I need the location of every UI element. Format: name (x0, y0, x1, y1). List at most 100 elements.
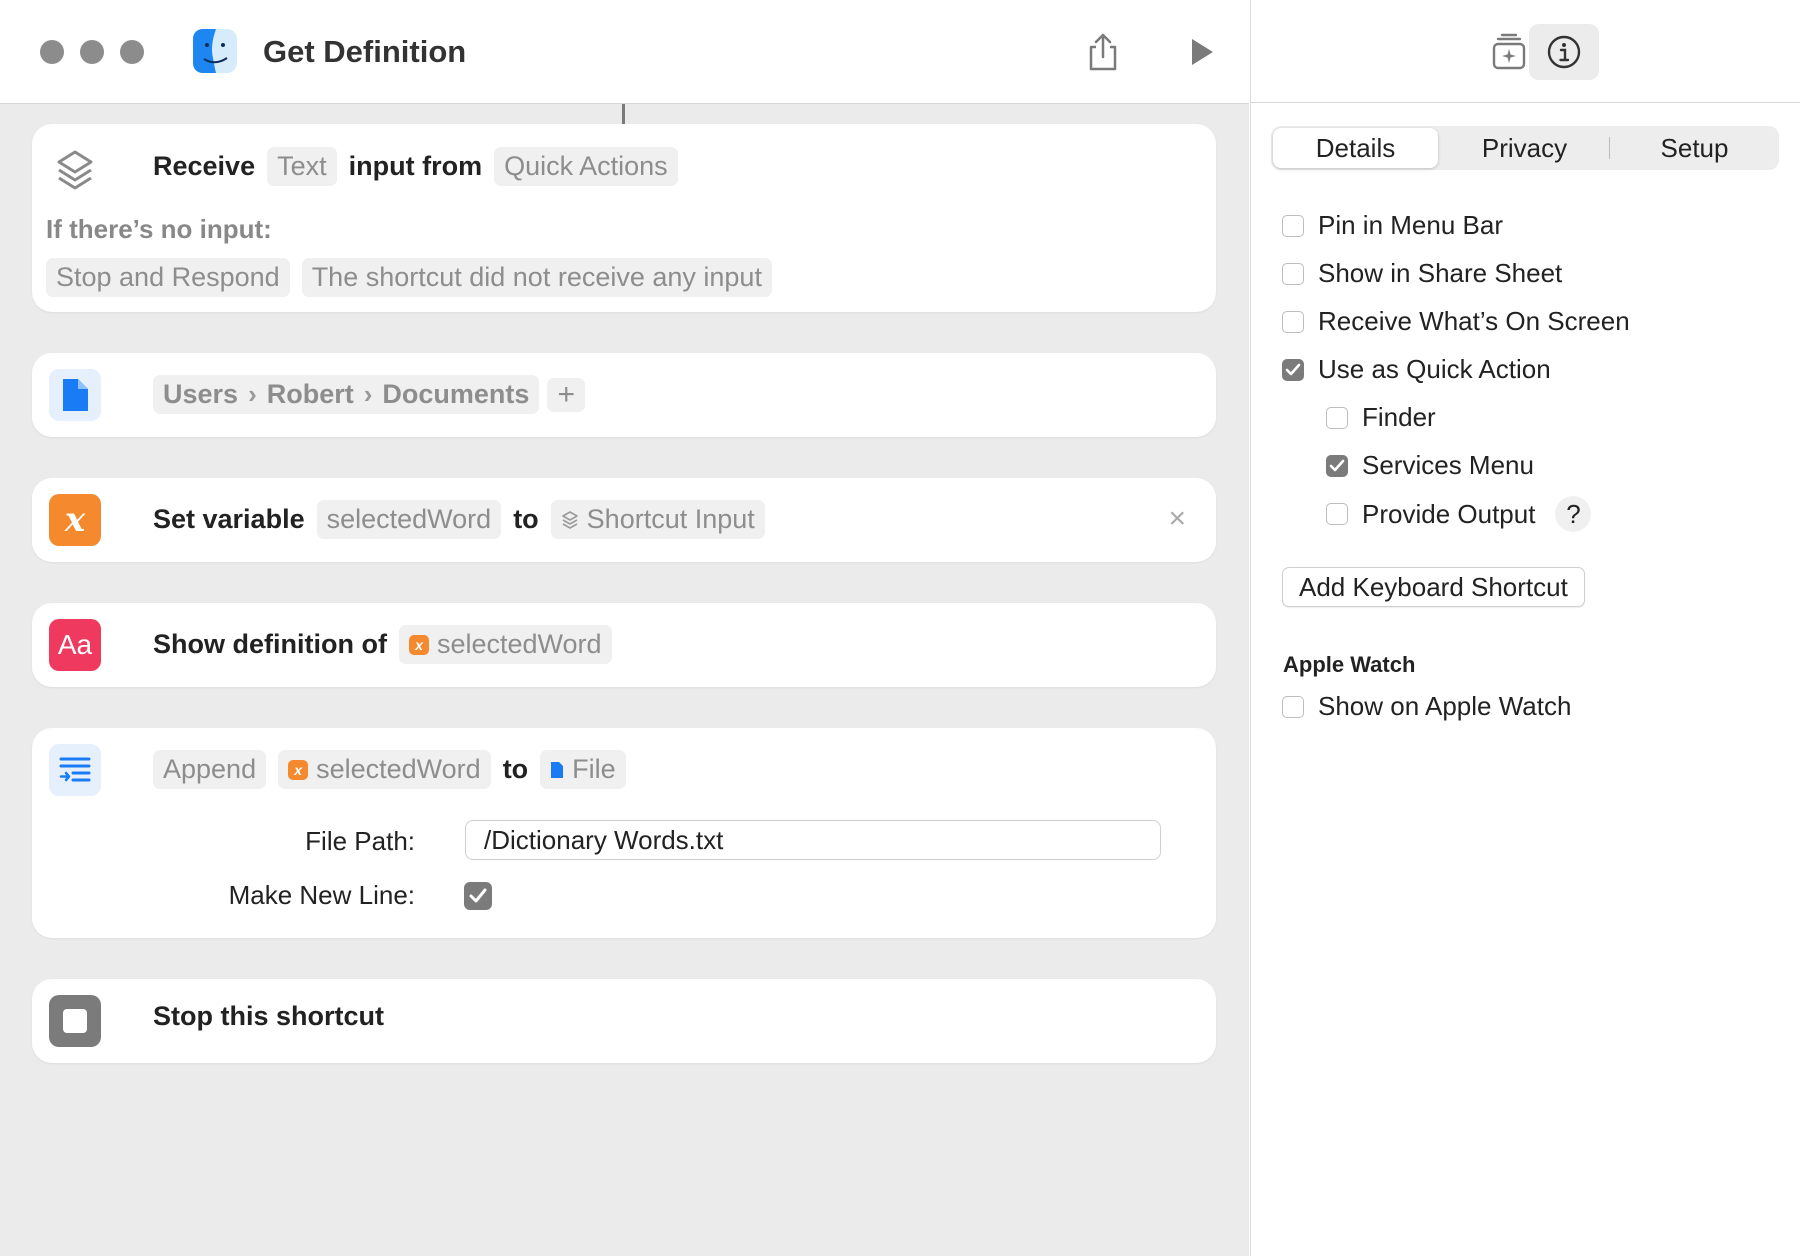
option-provide-output[interactable]: Provide Output ? (1326, 496, 1592, 532)
path-segment-robert: Robert (266, 379, 354, 409)
input-type-token[interactable]: Text (267, 146, 337, 186)
option-label: Pin in Menu Bar (1318, 210, 1503, 240)
shortcut-input-token[interactable]: Shortcut Input (550, 500, 765, 539)
tab-divider (1609, 137, 1610, 159)
path-segment-users: Users (163, 379, 239, 409)
document-icon (551, 761, 564, 778)
show-definition-action[interactable]: Aa Show definition of x selectedWord (32, 603, 1216, 687)
file-path-field[interactable]: /Dictionary Words.txt (465, 820, 1161, 860)
receive-verb: Receive (153, 150, 256, 181)
tab-setup[interactable]: Setup (1612, 128, 1777, 168)
append-target-token[interactable]: File (540, 750, 626, 789)
no-input-action-token[interactable]: Stop and Respond (46, 258, 290, 297)
option-show-on-apple-watch[interactable]: Show on Apple Watch (1282, 691, 1571, 722)
option-label: Use as Quick Action (1318, 354, 1551, 384)
apple-watch-section-title: Apple Watch (1283, 652, 1416, 677)
checkmark-icon (1329, 459, 1345, 471)
inspector-pane: Details Privacy Setup Pin in Menu Bar Sh… (1250, 0, 1800, 1256)
inspector-toolbar (1251, 0, 1800, 103)
details-info-button[interactable] (1529, 24, 1599, 80)
layers-icon (561, 510, 578, 529)
tab-privacy[interactable]: Privacy (1442, 128, 1607, 168)
selected-word-label: selectedWord (436, 629, 602, 659)
selected-word-token[interactable]: x selectedWord (398, 625, 612, 664)
stop-square-icon (49, 995, 101, 1047)
close-window-button[interactable] (40, 40, 64, 64)
checkbox[interactable] (1326, 406, 1348, 429)
make-new-line-label: Make New Line: (228, 880, 415, 910)
no-input-message-token[interactable]: The shortcut did not receive any input (301, 258, 772, 297)
append-variable-label: selectedWord (316, 754, 481, 784)
inspector-tabs: Details Privacy Setup (1271, 126, 1779, 170)
checkbox[interactable] (1326, 503, 1348, 525)
shortcut-layers-icon (49, 146, 101, 198)
set-variable-action[interactable]: x Set variable selectedWord to Shortcut … (32, 478, 1216, 562)
option-services-menu[interactable]: Services Menu (1326, 450, 1534, 481)
checkmark-icon (1285, 363, 1301, 375)
shortcuts-window: Get Definition Receive Text input from Q… (0, 0, 1800, 1256)
append-verb[interactable]: Append (153, 750, 267, 789)
option-label: Services Menu (1362, 450, 1534, 480)
minimize-window-button[interactable] (80, 40, 104, 64)
run-button[interactable] (1178, 28, 1226, 76)
document-icon (49, 369, 101, 421)
checkbox-checked[interactable] (1282, 358, 1304, 381)
append-to-file-action[interactable]: Append x selectedWord to File File Path:… (32, 728, 1216, 938)
tab-details[interactable]: Details (1273, 128, 1438, 168)
flow-connector (622, 104, 625, 124)
chevron-right-icon: › (363, 379, 373, 409)
set-variable-verb: Set variable (153, 504, 305, 534)
shortcut-input-label: Shortcut Input (586, 504, 755, 534)
remove-action-button[interactable]: × (1168, 500, 1186, 538)
option-label: Receive What’s On Screen (1318, 306, 1630, 336)
chevron-right-icon: › (248, 379, 257, 409)
option-label: Finder (1362, 402, 1436, 432)
variable-name-token[interactable]: selectedWord (316, 500, 502, 539)
append-text-icon (49, 744, 101, 796)
option-finder[interactable]: Finder (1326, 402, 1436, 433)
window-title: Get Definition (263, 34, 467, 69)
option-show-in-share-sheet[interactable]: Show in Share Sheet (1282, 258, 1562, 289)
add-keyboard-shortcut-button[interactable]: Add Keyboard Shortcut (1282, 567, 1585, 607)
help-button[interactable]: ? (1555, 496, 1592, 532)
finder-icon[interactable] (192, 28, 238, 74)
append-to-label: to (502, 754, 529, 784)
variable-x-icon: x (408, 634, 429, 655)
checkbox[interactable] (1282, 695, 1304, 718)
input-source-token[interactable]: Quick Actions (494, 146, 678, 186)
append-variable-token[interactable]: x selectedWord (278, 750, 491, 789)
library-sparkle-icon (1492, 33, 1526, 70)
make-new-line-checkbox[interactable] (464, 882, 492, 910)
show-definition-verb: Show definition of (153, 629, 387, 659)
checkbox[interactable] (1282, 214, 1304, 237)
checkbox-checked[interactable] (1326, 454, 1348, 477)
file-action[interactable]: Users › Robert › Documents + (32, 353, 1216, 437)
dictionary-icon: Aa (49, 619, 101, 671)
zoom-window-button[interactable] (120, 40, 144, 64)
variable-x-icon: x (288, 759, 309, 780)
path-segment-documents: Documents (382, 379, 530, 409)
variable-x-icon: x (49, 494, 101, 546)
share-button[interactable] (1079, 28, 1127, 76)
title-bar: Get Definition (0, 0, 1249, 104)
stop-shortcut-label: Stop this shortcut (153, 1001, 384, 1031)
play-icon (1192, 39, 1213, 65)
stop-shortcut-action[interactable]: Stop this shortcut (32, 979, 1216, 1063)
to-label: to (513, 504, 539, 534)
editor-pane: Get Definition Receive Text input from Q… (0, 0, 1249, 1256)
add-path-button[interactable]: + (547, 377, 585, 412)
no-input-label: If there’s no input: (46, 214, 272, 244)
option-use-as-quick-action[interactable]: Use as Quick Action (1282, 354, 1551, 385)
file-path-label: File Path: (305, 826, 415, 856)
checkbox[interactable] (1282, 262, 1304, 285)
checkbox[interactable] (1282, 310, 1304, 333)
option-label: Show in Share Sheet (1318, 258, 1563, 288)
option-pin-in-menu-bar[interactable]: Pin in Menu Bar (1282, 210, 1503, 241)
info-icon (1547, 35, 1581, 69)
option-receive-whats-on-screen[interactable]: Receive What’s On Screen (1282, 306, 1630, 337)
input-from-label: input from (348, 150, 483, 181)
share-icon (1089, 33, 1117, 71)
receive-input-action[interactable]: Receive Text input from Quick Actions If… (32, 124, 1216, 312)
file-path-token[interactable]: Users › Robert › Documents (153, 375, 540, 414)
append-target-label: File (572, 754, 616, 784)
